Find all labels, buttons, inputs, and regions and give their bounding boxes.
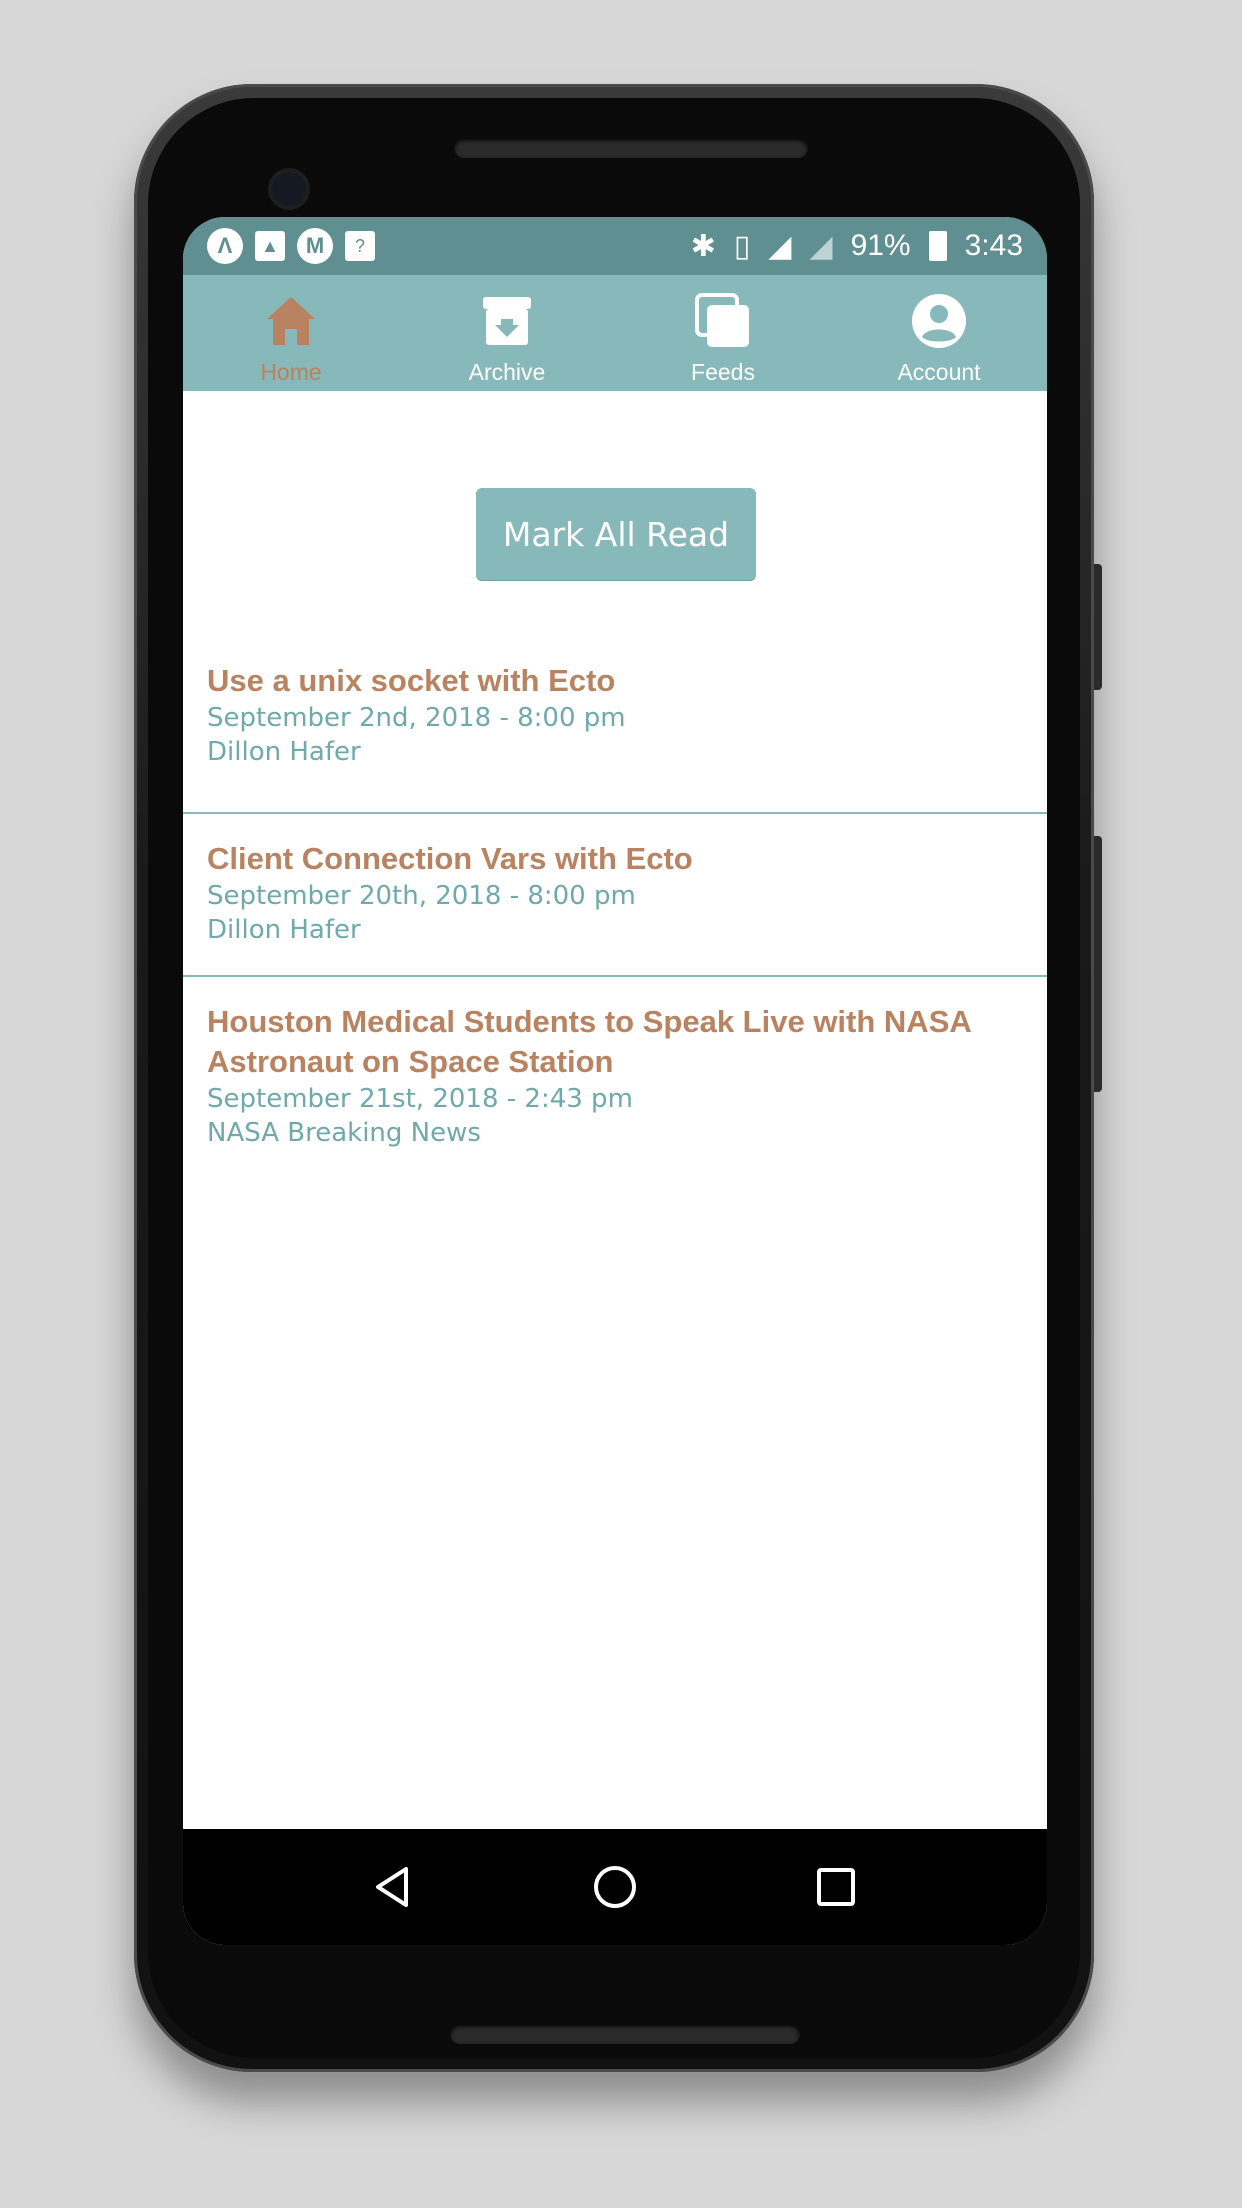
system-nav-bar: [183, 1829, 1047, 1945]
article-title: Use a unix socket with Ecto: [207, 663, 616, 698]
volume-button: [1094, 836, 1102, 1092]
wifi-icon: ◢: [768, 229, 792, 263]
top-speaker: [454, 138, 808, 158]
tab-feeds-label: Feeds: [691, 359, 755, 385]
account-icon: [912, 294, 966, 348]
mark-all-read-button[interactable]: Mark All Read: [476, 488, 756, 580]
article-item[interactable]: Houston Medical Students to Speak Live w…: [183, 977, 1047, 1150]
power-button: [1094, 564, 1102, 690]
tab-bar: Home Archive Feeds Account: [183, 275, 1047, 391]
notification-icons: Λ ▲ M ?: [207, 228, 375, 264]
tab-archive-label: Archive: [468, 359, 546, 385]
article-title: Client Connection Vars with Ecto: [207, 841, 693, 876]
article-title: Houston Medical Students to Speak Live w…: [207, 1004, 971, 1079]
screen: Λ ▲ M ? ✱ ▯ ◢ ◢ 91% 3:43 Home Archive Fe…: [183, 217, 1047, 1945]
app-notification-icon: Λ: [207, 228, 243, 264]
recents-icon[interactable]: [812, 1863, 860, 1911]
battery-percent: 91%: [850, 229, 911, 262]
tab-home-label: Home: [260, 359, 322, 385]
image-icon: ▲: [255, 231, 285, 261]
bottom-speaker: [450, 2024, 800, 2044]
tab-account-label: Account: [897, 359, 981, 385]
system-icons: ✱ ▯ ◢ ◢ 91% 3:43: [691, 229, 1023, 264]
bluetooth-icon: ✱: [690, 229, 716, 263]
main-content: Mark All Read Use a unix socket with Ect…: [183, 391, 1047, 1829]
clock: 3:43: [964, 229, 1023, 262]
article-list: Use a unix socket with Ecto September 2n…: [183, 651, 1047, 1150]
signal-icon: ◢: [809, 229, 833, 263]
vibrate-icon: ▯: [733, 229, 751, 263]
article-date: September 21st, 2018 - 2:43 pm: [207, 1084, 633, 1114]
tab-archive[interactable]: Archive: [399, 275, 615, 391]
back-icon[interactable]: [370, 1863, 418, 1911]
tab-home[interactable]: Home: [183, 275, 399, 391]
article-author: Dillon Hafer: [207, 737, 361, 767]
front-camera: [272, 172, 306, 206]
article-author: NASA Breaking News: [207, 1118, 481, 1148]
home-icon: [267, 297, 315, 345]
tab-account[interactable]: Account: [831, 275, 1047, 391]
article-date: September 20th, 2018 - 8:00 pm: [207, 881, 636, 911]
status-bar: Λ ▲ M ? ✱ ▯ ◢ ◢ 91% 3:43: [183, 217, 1047, 275]
article-date: September 2nd, 2018 - 8:00 pm: [207, 703, 626, 733]
battery-icon: [928, 231, 947, 261]
feeds-icon: [695, 293, 749, 347]
home-nav-icon[interactable]: [591, 1863, 639, 1911]
archive-icon: [483, 297, 531, 345]
article-item[interactable]: Client Connection Vars with Ecto Septemb…: [183, 814, 1047, 977]
article-author: Dillon Hafer: [207, 915, 361, 945]
motorola-icon: M: [297, 228, 333, 264]
tab-feeds[interactable]: Feeds: [615, 275, 831, 391]
article-item[interactable]: Use a unix socket with Ecto September 2n…: [183, 651, 1047, 814]
sim-icon: ?: [345, 231, 375, 261]
